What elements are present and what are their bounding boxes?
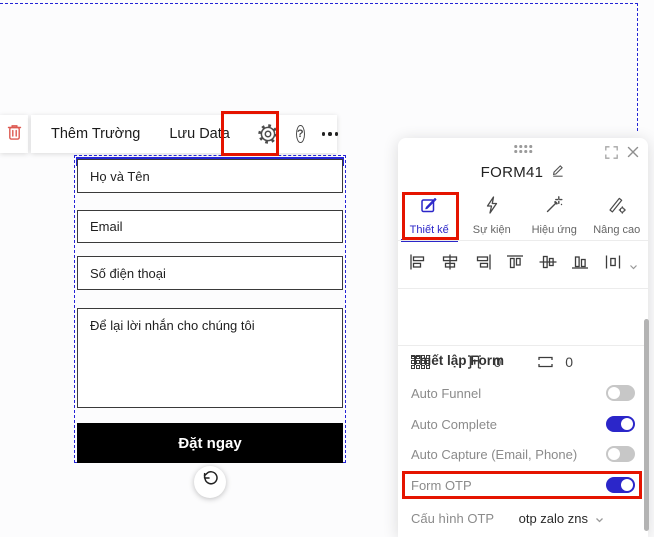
delete-button[interactable] [0,115,28,153]
tab-label: Hiệu ứng [531,224,577,236]
distribute-center-icon[interactable] [604,254,638,275]
align-toolbar [398,241,648,288]
otp-config-dropdown[interactable]: otp zalo zns [519,511,604,526]
section-boundary-top [0,3,638,4]
form-field-email[interactable]: Email [77,210,343,243]
gear-icon[interactable] [257,123,279,145]
align-left-icon[interactable] [409,254,427,275]
vertical-spacing-icon[interactable] [537,354,554,370]
submit-button[interactable]: Đặt ngay [77,423,343,463]
tab-hieu-ung[interactable]: Hiệu ứng [523,192,586,240]
setting-label: Auto Complete [411,416,497,432]
panel-title: FORM41 [480,164,544,181]
align-top-icon[interactable] [506,254,524,275]
form-toolbar: Thêm Trường Lưu Data ? [31,115,339,153]
otp-config-value: otp zalo zns [518,510,588,526]
panel-title-row: FORM41 [398,163,648,182]
form-settings-header: Thiết lập Form [411,353,505,368]
rename-pencil-icon[interactable] [551,163,565,182]
setting-row-otp-config: Cấu hình OTP otp zalo zns [411,507,635,529]
add-field-button[interactable]: Thêm Trường [51,126,140,142]
reset-rotate-button[interactable] [194,466,226,498]
divider [398,288,648,289]
setting-row-form-otp: Form OTP [411,474,635,496]
tab-label: Nâng cao [593,224,641,236]
auto-funnel-toggle[interactable] [606,385,635,401]
auto-complete-toggle[interactable] [606,416,635,432]
more-options-icon[interactable] [321,132,339,136]
setting-row-auto-funnel: Auto Funnel [411,382,635,404]
expand-icon[interactable] [604,145,619,165]
tab-label: Sự kiện [472,224,511,236]
drag-handle-icon[interactable] [514,145,532,153]
lightning-icon [482,195,502,220]
save-data-button[interactable]: Lưu Data [169,126,230,142]
tab-su-kien[interactable]: Sự kiện [461,192,524,240]
panel-scrollbar[interactable] [644,319,649,531]
setting-label: Cấu hình OTP [411,510,495,526]
setting-label: Form OTP [411,477,472,493]
close-icon[interactable] [626,145,640,164]
tab-thiet-ke[interactable]: Thiết kế [398,192,461,242]
form-otp-toggle[interactable] [606,477,635,493]
divider [398,345,648,346]
form-field-phone[interactable]: Số điện thoại [77,256,343,290]
setting-label: Auto Capture (Email, Phone) [411,446,578,462]
rotate-ccw-icon [202,471,219,493]
setting-row-auto-complete: Auto Complete [411,413,635,435]
auto-capture-toggle[interactable] [606,446,635,462]
chevron-down-icon [595,511,604,526]
tab-label: Thiết kế [409,224,449,236]
setting-row-auto-capture: Auto Capture (Email, Phone) [411,443,635,465]
properties-panel: FORM41 Thiết kế Sự kiện Hiệu ứng Nâng ca… [398,138,648,537]
align-bottom-icon[interactable] [571,254,589,275]
help-icon[interactable]: ? [295,125,305,143]
form-field-name[interactable]: Họ và Tên [77,159,343,193]
form-field-message[interactable]: Để lại lời nhắn cho chúng tôi [77,308,343,408]
align-center-horizontal-icon[interactable] [441,254,459,275]
vertical-spacing-value[interactable]: 0 [565,354,573,370]
trash-icon [6,123,23,146]
magic-wand-icon [544,195,564,220]
align-middle-vertical-icon[interactable] [539,254,557,275]
align-right-icon[interactable] [474,254,492,275]
panel-tabs: Thiết kế Sự kiện Hiệu ứng Nâng cao [398,192,649,242]
section-boundary-right [637,3,638,131]
setting-label: Auto Funnel [411,385,482,401]
edit-square-icon [419,195,439,220]
advanced-icon [607,195,627,220]
tab-nang-cao[interactable]: Nâng cao [586,192,649,240]
